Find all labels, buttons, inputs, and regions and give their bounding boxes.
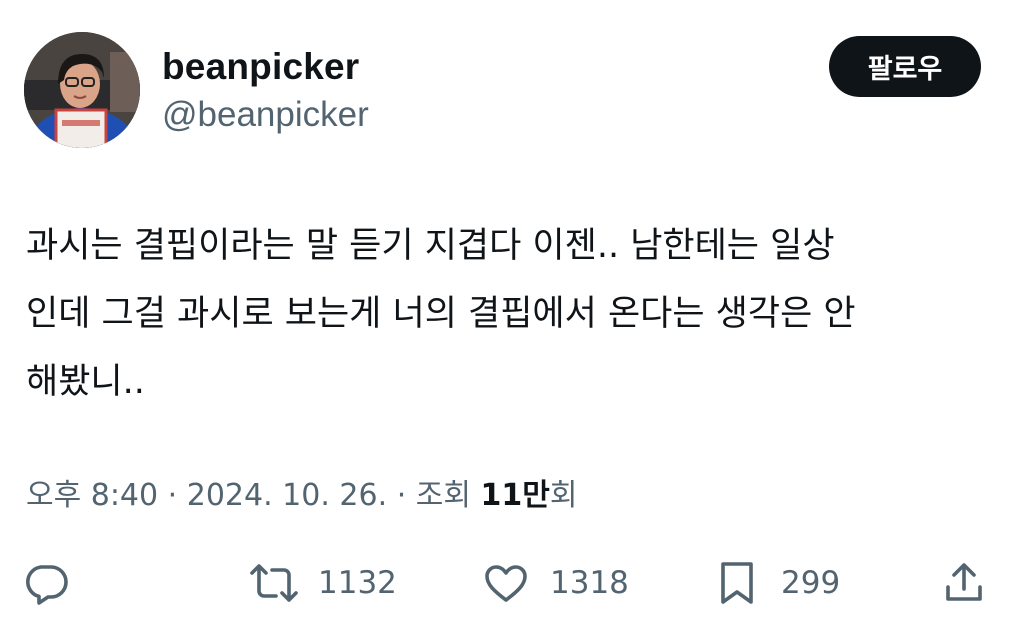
profile-photo-icon [24,32,140,148]
avatar[interactable] [24,32,140,148]
tweet-actions: 1132 1318 299 [0,548,1024,618]
tweet-time[interactable]: 오후 8:40 [26,478,158,513]
tweet-meta: 오후 8:40 · 2024. 10. 26. · 조회 11만회 [26,470,578,514]
heart-icon [485,565,527,602]
views-count[interactable]: 11만 [481,478,550,513]
share-icon [946,563,982,601]
like-button[interactable]: 1318 [482,548,629,618]
author-display-name[interactable]: beanpicker [162,46,359,88]
meta-separator: · [167,478,178,513]
bookmark-icon [721,562,753,604]
meta-separator: · [396,478,407,513]
tweet-date[interactable]: 2024. 10. 26. [187,478,387,513]
bookmark-count: 299 [781,565,841,601]
tweet-text: 과시는 결핍이라는 말 듣기 지겹다 이젠.. 남한테는 일상 인데 그걸 과시… [26,226,856,402]
follow-button[interactable]: 팔로우 [829,36,981,97]
author-handle[interactable]: @beanpicker [162,95,369,135]
bookmark-button[interactable]: 299 [713,548,840,618]
like-count: 1318 [550,565,629,601]
views-count-value: 11만 [480,478,550,513]
tweet-header: beanpicker @beanpicker 팔로우 [0,0,1024,160]
retweet-icon [250,564,298,602]
retweet-count: 1132 [318,565,397,601]
share-button[interactable] [940,548,988,618]
views-suffix: 회 [549,478,578,513]
reply-icon [26,565,68,605]
views-label: 조회 [415,478,471,513]
retweet-button[interactable]: 1132 [250,548,397,618]
reply-button[interactable] [22,548,70,618]
